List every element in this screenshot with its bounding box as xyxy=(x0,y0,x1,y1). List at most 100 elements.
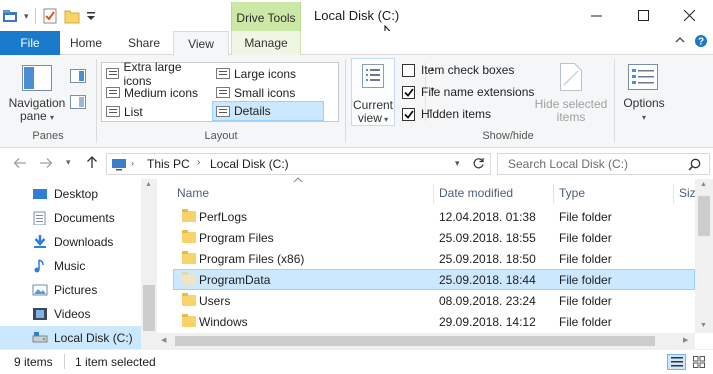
table-row-selected[interactable]: ProgramData 25.09.2018. 18:44 File folde… xyxy=(173,269,695,290)
scroll-left-icon[interactable]: ◀ xyxy=(161,336,166,344)
item-check-boxes-toggle[interactable]: Item check boxes xyxy=(402,63,514,77)
hidden-items-toggle[interactable]: Hidden items xyxy=(402,107,491,121)
file-list-vertical-scrollbar[interactable]: ▲ ▼ xyxy=(695,179,713,333)
table-row[interactable]: Windows 29.09.2018. 14:12 File folder xyxy=(173,311,695,332)
address-bar[interactable]: › This PC › Local Disk (C:) ▾ xyxy=(106,153,491,175)
nav-item-downloads[interactable]: Downloads xyxy=(0,230,141,254)
file-name-extensions-toggle[interactable]: File name extensions xyxy=(402,85,534,99)
nav-item-label: Pictures xyxy=(54,283,98,297)
vertical-scroll-thumb[interactable] xyxy=(698,196,710,236)
current-view-label-2: view xyxy=(357,111,382,125)
new-folder-icon[interactable] xyxy=(64,8,80,24)
search-box[interactable]: Search Local Disk (C:) xyxy=(497,153,710,175)
nav-item-documents[interactable]: Documents xyxy=(0,206,141,230)
tab-view[interactable]: View xyxy=(173,31,229,56)
column-header-type[interactable]: Type xyxy=(559,186,585,200)
item-check-boxes-checkbox[interactable] xyxy=(402,63,415,77)
options-icon xyxy=(628,64,658,90)
nav-pane-scrollbar[interactable]: ▲ xyxy=(141,179,157,349)
preview-pane-icon xyxy=(70,69,86,83)
explorer-app-icon[interactable] xyxy=(2,9,18,23)
navigation-pane-label: Navigation xyxy=(8,96,66,110)
ribbon-view: Navigation pane ▾ Panes Extra large icon… xyxy=(0,55,713,148)
nav-item-label: Local Disk (C:) xyxy=(54,331,133,345)
nav-scroll-thumb[interactable] xyxy=(143,285,155,331)
navigation-pane-button[interactable]: Navigation pane ▾ xyxy=(6,59,68,123)
layout-medium-icons[interactable]: Medium icons xyxy=(103,83,209,102)
hide-selected-label: Hide selected xyxy=(534,97,608,111)
layout-extra-large-icons[interactable]: Extra large icons xyxy=(103,60,209,88)
column-divider[interactable] xyxy=(553,184,554,204)
preview-pane-button[interactable] xyxy=(70,69,86,83)
horizontal-scroll-thumb[interactable] xyxy=(175,336,655,346)
layout-small-icons[interactable]: Small icons xyxy=(213,83,323,102)
file-name-extensions-checkbox[interactable] xyxy=(402,85,415,99)
large-icons-view-button[interactable] xyxy=(689,354,708,370)
scroll-down-icon[interactable]: ▼ xyxy=(700,322,707,329)
hidden-items-checkbox[interactable] xyxy=(402,107,415,121)
breadcrumb-chevron-icon[interactable]: › xyxy=(197,157,200,168)
scroll-up-icon[interactable]: ▲ xyxy=(700,181,707,188)
column-header-date[interactable]: Date modified xyxy=(439,186,513,200)
nav-item-label: Desktop xyxy=(54,187,99,201)
recent-locations-icon[interactable]: ▾ xyxy=(66,157,71,168)
tab-home[interactable]: Home xyxy=(60,31,112,55)
nav-item-pictures[interactable]: Pictures xyxy=(0,278,141,302)
details-view-button[interactable] xyxy=(667,354,686,370)
table-row[interactable]: Program Files 25.09.2018. 18:55 File fol… xyxy=(173,227,695,248)
current-view-button[interactable]: Current view ▾ xyxy=(351,58,395,126)
options-button[interactable]: Options ▾ xyxy=(619,61,669,127)
scroll-up-icon[interactable]: ▲ xyxy=(145,181,152,188)
nav-item-music[interactable]: Music xyxy=(0,254,141,278)
minimize-button[interactable] xyxy=(573,0,619,31)
tab-manage[interactable]: Manage xyxy=(231,31,301,55)
table-row[interactable]: PerfLogs 12.04.2018. 01:38 File folder xyxy=(173,206,695,227)
tab-share[interactable]: Share xyxy=(116,31,172,55)
layout-gallery: Extra large icons Large icons Medium ico… xyxy=(101,60,439,122)
breadcrumb-this-pc[interactable]: This PC xyxy=(147,157,190,171)
up-button[interactable] xyxy=(86,155,98,169)
scroll-right-icon[interactable]: ▶ xyxy=(683,336,688,344)
nav-item-local-disk[interactable]: Local Disk (C:) xyxy=(0,326,141,350)
address-history-icon[interactable]: ▾ xyxy=(455,158,460,169)
search-icon[interactable] xyxy=(688,158,701,171)
help-icon[interactable]: ? xyxy=(694,34,708,48)
column-divider[interactable] xyxy=(673,184,674,204)
customize-qat-icon[interactable] xyxy=(86,10,96,22)
nav-item-label: Downloads xyxy=(54,235,114,249)
file-name: ProgramData xyxy=(199,273,271,287)
qat-dropdown-small-icon[interactable]: ▾ xyxy=(24,11,29,22)
sort-up-icon xyxy=(293,177,303,183)
layout-details[interactable]: Details xyxy=(212,101,324,121)
properties-icon[interactable] xyxy=(42,8,58,24)
table-row[interactable]: Users 08.09.2018. 23:24 File folder xyxy=(173,290,695,311)
column-header-size[interactable]: Size xyxy=(679,186,695,200)
breadcrumb-chevron-icon[interactable]: › xyxy=(131,158,134,168)
column-divider[interactable] xyxy=(433,184,434,204)
layout-large-icons[interactable]: Large icons xyxy=(213,64,323,83)
file-list-horizontal-scrollbar[interactable]: ◀ ▶ xyxy=(157,333,695,349)
tab-file[interactable]: File xyxy=(0,31,60,55)
medium-icons-icon xyxy=(106,87,120,98)
status-bar: 9 items 1 item selected xyxy=(0,349,713,374)
folder-icon xyxy=(182,230,196,243)
nav-item-videos[interactable]: Videos xyxy=(0,302,141,326)
hide-selected-items-button[interactable]: Hide selected items xyxy=(534,61,608,125)
breadcrumb-local-disk[interactable]: Local Disk (C:) xyxy=(210,157,289,171)
search-input[interactable]: Search Local Disk (C:) xyxy=(508,157,628,171)
collapse-ribbon-icon[interactable] xyxy=(675,36,685,44)
file-date: 08.09.2018. 23:24 xyxy=(439,294,536,308)
title-bar: ▾ Drive Tools Local Disk (C:) xyxy=(0,0,713,45)
details-pane-button[interactable] xyxy=(70,95,86,109)
maximize-button[interactable] xyxy=(620,0,666,31)
column-header-name[interactable]: Name xyxy=(177,186,209,200)
layout-list[interactable]: List xyxy=(103,102,209,121)
close-button[interactable] xyxy=(666,0,712,31)
refresh-icon[interactable] xyxy=(472,157,485,170)
forward-button[interactable] xyxy=(39,157,53,169)
back-button[interactable] xyxy=(13,157,27,169)
table-row[interactable]: Program Files (x86) 25.09.2018. 18:50 Fi… xyxy=(173,248,695,269)
nav-item-desktop[interactable]: Desktop xyxy=(0,182,141,206)
window-title: Local Disk (C:) xyxy=(314,8,400,23)
file-type: File folder xyxy=(559,252,612,266)
